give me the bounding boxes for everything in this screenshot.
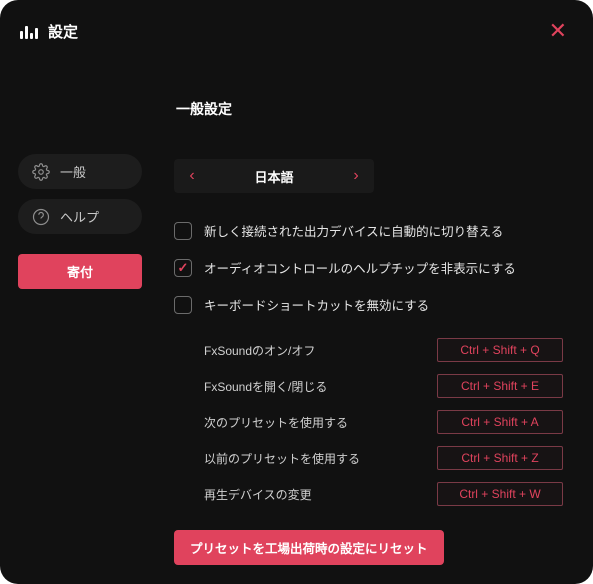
section-heading: 一般設定 bbox=[174, 74, 563, 159]
help-icon bbox=[32, 208, 50, 226]
sidebar-item-general[interactable]: 一般 bbox=[18, 154, 142, 189]
check-disable-shortcuts: キーボードショートカットを無効にする bbox=[174, 295, 563, 314]
shortcut-row: FxSoundを開く/閉じる Ctrl + Shift + E bbox=[204, 368, 563, 404]
shortcut-label: 以前のプリセットを使用する bbox=[204, 450, 360, 467]
check-label: 新しく接続された出力デバイスに自動的に切り替える bbox=[204, 221, 503, 240]
shortcut-key[interactable]: Ctrl + Shift + W bbox=[437, 482, 563, 506]
shortcut-key[interactable]: Ctrl + Shift + Z bbox=[437, 446, 563, 470]
shortcut-label: 再生デバイスの変更 bbox=[204, 486, 312, 503]
sidebar-item-help[interactable]: ヘルプ bbox=[18, 199, 142, 234]
shortcut-row: 次のプリセットを使用する Ctrl + Shift + A bbox=[204, 404, 563, 440]
check-auto-switch: 新しく接続された出力デバイスに自動的に切り替える bbox=[174, 221, 563, 240]
window-title: 設定 bbox=[48, 21, 78, 42]
shortcut-row: 以前のプリセットを使用する Ctrl + Shift + Z bbox=[204, 440, 563, 476]
sidebar-item-label: 一般 bbox=[60, 162, 86, 181]
shortcut-key[interactable]: Ctrl + Shift + A bbox=[437, 410, 563, 434]
titlebar: 設定 ✕ bbox=[0, 0, 593, 44]
language-next-button[interactable]: › bbox=[338, 167, 374, 185]
check-label: キーボードショートカットを無効にする bbox=[204, 295, 429, 314]
language-prev-button[interactable]: ‹ bbox=[174, 167, 210, 185]
settings-window: 設定 ✕ 一般 ヘルプ 寄付 一般設定 ‹ 日本語 bbox=[0, 0, 593, 584]
close-button[interactable]: ✕ bbox=[545, 18, 571, 44]
equalizer-icon bbox=[20, 23, 38, 39]
shortcut-row: 再生デバイスの変更 Ctrl + Shift + W bbox=[204, 476, 563, 512]
check-label: オーディオコントロールのヘルプチップを非表示にする bbox=[204, 258, 516, 277]
shortcut-label: 次のプリセットを使用する bbox=[204, 414, 348, 431]
gear-icon bbox=[32, 163, 50, 181]
checkbox-disable-shortcuts[interactable] bbox=[174, 296, 192, 314]
window-body: 一般 ヘルプ 寄付 一般設定 ‹ 日本語 › 新しく接続された出力デバイスに自動… bbox=[0, 44, 593, 584]
shortcut-list: FxSoundのオン/オフ Ctrl + Shift + Q FxSoundを開… bbox=[174, 332, 563, 512]
shortcut-key[interactable]: Ctrl + Shift + E bbox=[437, 374, 563, 398]
title-left: 設定 bbox=[20, 21, 78, 42]
shortcut-row: FxSoundのオン/オフ Ctrl + Shift + Q bbox=[204, 332, 563, 368]
checkbox-auto-switch[interactable] bbox=[174, 222, 192, 240]
main-panel: 一般設定 ‹ 日本語 › 新しく接続された出力デバイスに自動的に切り替える オー… bbox=[160, 74, 593, 584]
check-hide-tips: オーディオコントロールのヘルプチップを非表示にする bbox=[174, 258, 563, 277]
reset-presets-button[interactable]: プリセットを工場出荷時の設定にリセット bbox=[174, 530, 444, 565]
sidebar: 一般 ヘルプ 寄付 bbox=[0, 74, 160, 584]
language-picker: ‹ 日本語 › bbox=[174, 159, 374, 193]
shortcut-label: FxSoundを開く/閉じる bbox=[204, 378, 327, 395]
sidebar-item-label: ヘルプ bbox=[60, 207, 99, 226]
shortcut-label: FxSoundのオン/オフ bbox=[204, 342, 315, 359]
shortcut-key[interactable]: Ctrl + Shift + Q bbox=[437, 338, 563, 362]
language-value: 日本語 bbox=[210, 167, 338, 186]
donate-button[interactable]: 寄付 bbox=[18, 254, 142, 289]
checkbox-hide-tips[interactable] bbox=[174, 259, 192, 277]
